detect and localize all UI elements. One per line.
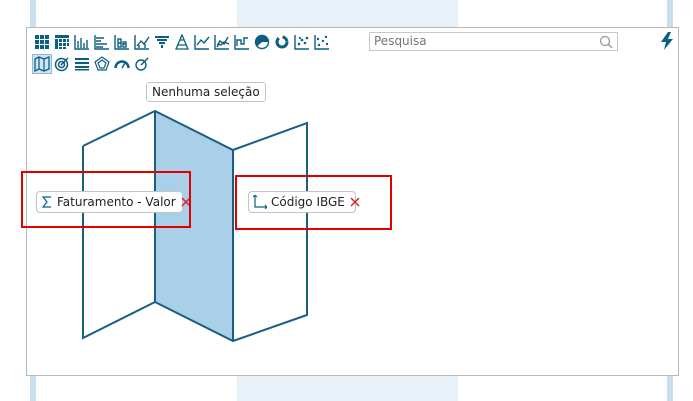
highlight-box-dimension [235,175,392,230]
highlight-box-measure [21,171,191,228]
